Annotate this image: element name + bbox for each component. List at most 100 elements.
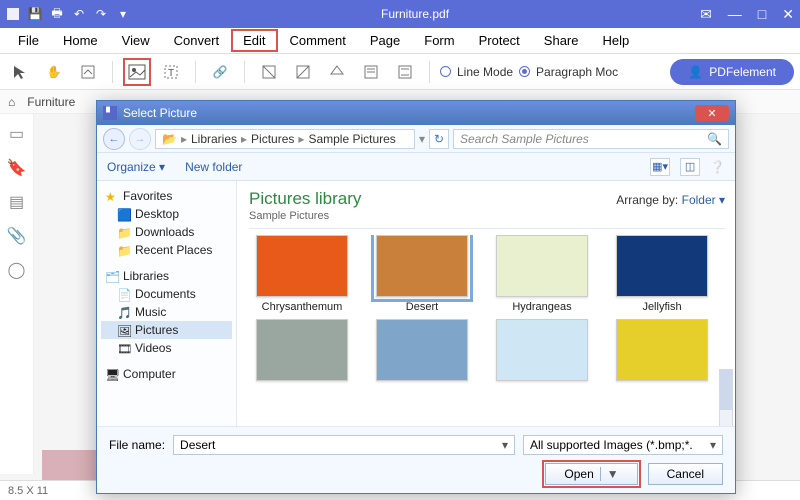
tree-item-music[interactable]: 🎵Music xyxy=(101,303,232,321)
menu-help[interactable]: Help xyxy=(591,29,642,52)
nav-back-button[interactable]: ← xyxy=(103,128,125,150)
thumbnails-icon[interactable]: ▭ xyxy=(9,124,24,144)
line-mode-label: Line Mode xyxy=(457,65,513,79)
bates-icon[interactable] xyxy=(391,58,419,86)
print-icon[interactable]: 🖶 xyxy=(50,7,64,21)
thumbnail-item[interactable] xyxy=(489,319,595,381)
edit-mode-group: Line Mode Paragraph Moc xyxy=(440,65,618,79)
add-image-icon[interactable] xyxy=(123,58,151,86)
line-mode-radio[interactable] xyxy=(440,66,451,77)
thumbnail-image xyxy=(256,235,348,297)
menu-share[interactable]: Share xyxy=(532,29,591,52)
thumbnail-item[interactable]: Hydrangeas xyxy=(489,235,595,313)
thumbnail-image xyxy=(496,319,588,381)
tree-item-videos[interactable]: 🎞Videos xyxy=(101,339,232,357)
help-icon[interactable]: ❔ xyxy=(710,160,725,174)
menu-protect[interactable]: Protect xyxy=(467,29,532,52)
background-icon[interactable] xyxy=(323,58,351,86)
document-tab[interactable]: Furniture xyxy=(27,95,75,109)
breadcrumb-seg[interactable]: Libraries xyxy=(191,132,237,146)
tree-item-recent[interactable]: 📁Recent Places xyxy=(101,241,232,259)
menu-page[interactable]: Page xyxy=(358,29,412,52)
titlebar-more-icon[interactable]: ▾ xyxy=(116,7,130,21)
file-name-input[interactable]: Desert▾ xyxy=(173,435,515,455)
edit-toolbar: ✋ T 🔗 Line Mode Paragraph Moc 👤 PDFeleme… xyxy=(0,54,800,90)
header-footer-icon[interactable] xyxy=(357,58,385,86)
thumbnail-image xyxy=(496,235,588,297)
search-icon: 🔍 xyxy=(707,132,722,146)
new-folder-button[interactable]: New folder xyxy=(185,160,242,174)
brand-label: PDFelement xyxy=(709,65,776,79)
maximize-icon[interactable]: □ xyxy=(758,6,766,22)
breadcrumb[interactable]: 📂 ▸ Libraries ▸ Pictures ▸ Sample Pictur… xyxy=(155,129,415,149)
close-app-icon[interactable]: ✕ xyxy=(782,6,794,23)
menu-file[interactable]: File xyxy=(6,29,51,52)
select-tool-icon[interactable] xyxy=(6,58,34,86)
menu-comment[interactable]: Comment xyxy=(278,29,358,52)
breadcrumb-seg[interactable]: Sample Pictures xyxy=(308,132,395,146)
preview-pane-button[interactable]: ◫ xyxy=(680,158,700,176)
thumbnail-item[interactable] xyxy=(249,319,355,381)
dialog-nav-row: ← → 📂 ▸ Libraries ▸ Pictures ▸ Sample Pi… xyxy=(97,125,735,153)
file-type-filter[interactable]: All supported Images (*.bmp;*.▾ xyxy=(523,435,723,455)
home-icon[interactable]: ⌂ xyxy=(8,95,15,109)
thumbnail-item[interactable] xyxy=(369,319,475,381)
add-text-icon[interactable]: T xyxy=(157,58,185,86)
annotations-icon[interactable]: ▤ xyxy=(9,192,24,212)
left-tool-strip: ▭ 🔖 ▤ 📎 ◯ xyxy=(0,114,34,474)
open-button[interactable]: Open▼ xyxy=(545,463,637,485)
tree-libraries[interactable]: 🗂Libraries xyxy=(101,267,232,285)
svg-text:T: T xyxy=(168,68,174,79)
undo-icon[interactable]: ↶ xyxy=(72,7,86,21)
toolbar-divider xyxy=(429,61,430,83)
tree-item-desktop[interactable]: 🟦Desktop xyxy=(101,205,232,223)
thumbnail-image xyxy=(376,235,468,297)
content-scrollbar[interactable] xyxy=(719,369,733,426)
dialog-close-button[interactable]: ✕ xyxy=(695,105,729,121)
thumbnail-item[interactable]: Chrysanthemum xyxy=(249,235,355,313)
thumbnail-image xyxy=(616,235,708,297)
link-icon[interactable]: 🔗 xyxy=(206,58,234,86)
redo-icon[interactable]: ↷ xyxy=(94,7,108,21)
cancel-button[interactable]: Cancel xyxy=(648,463,723,485)
thumbnail-item[interactable]: Jellyfish xyxy=(609,235,715,313)
menu-edit[interactable]: Edit xyxy=(231,29,277,52)
hand-tool-icon[interactable]: ✋ xyxy=(40,58,68,86)
thumbnail-item[interactable]: Desert xyxy=(369,235,475,313)
mail-icon[interactable]: ✉ xyxy=(700,6,712,23)
thumbnail-image xyxy=(376,319,468,381)
nav-forward-button[interactable]: → xyxy=(129,128,151,150)
minimize-icon[interactable]: — xyxy=(728,6,742,22)
bookmark-icon[interactable]: 🔖 xyxy=(7,158,27,178)
menubar: File Home View Convert Edit Comment Page… xyxy=(0,28,800,54)
paragraph-mode-radio[interactable] xyxy=(519,66,530,77)
view-mode-button[interactable]: ▦▾ xyxy=(650,158,670,176)
thumbnail-caption: Jellyfish xyxy=(642,301,681,313)
organize-menu[interactable]: Organize ▾ xyxy=(107,160,165,174)
refresh-button[interactable]: ↻ xyxy=(429,129,449,149)
menu-home[interactable]: Home xyxy=(51,29,110,52)
tree-computer[interactable]: 🖥Computer xyxy=(101,365,232,383)
watermark-icon[interactable] xyxy=(289,58,317,86)
menu-form[interactable]: Form xyxy=(412,29,466,52)
menu-view[interactable]: View xyxy=(110,29,162,52)
breadcrumb-seg[interactable]: Pictures xyxy=(251,132,294,146)
search-panel-icon[interactable]: ◯ xyxy=(8,260,26,280)
search-input[interactable]: Search Sample Pictures 🔍 xyxy=(453,129,729,149)
pdfelement-brand-button[interactable]: 👤 PDFelement xyxy=(670,59,794,85)
tree-item-pictures[interactable]: 🖼Pictures xyxy=(101,321,232,339)
thumbnail-caption: Chrysanthemum xyxy=(262,301,343,313)
edit-tool-icon[interactable] xyxy=(74,58,102,86)
attachments-icon[interactable]: 📎 xyxy=(7,226,27,246)
library-subtitle: Sample Pictures xyxy=(249,210,361,222)
crop-icon[interactable] xyxy=(255,58,283,86)
select-picture-dialog: ▘ Select Picture ✕ ← → 📂 ▸ Libraries ▸ P… xyxy=(96,100,736,494)
save-icon[interactable]: 💾 xyxy=(28,7,42,21)
thumbnail-image xyxy=(256,319,348,381)
thumbnail-item[interactable] xyxy=(609,319,715,381)
arrange-by[interactable]: Arrange by: Folder ▾ xyxy=(616,193,725,207)
tree-item-documents[interactable]: 📄Documents xyxy=(101,285,232,303)
menu-convert[interactable]: Convert xyxy=(162,29,232,52)
tree-favorites[interactable]: ★Favorites xyxy=(101,187,232,205)
tree-item-downloads[interactable]: 📁Downloads xyxy=(101,223,232,241)
